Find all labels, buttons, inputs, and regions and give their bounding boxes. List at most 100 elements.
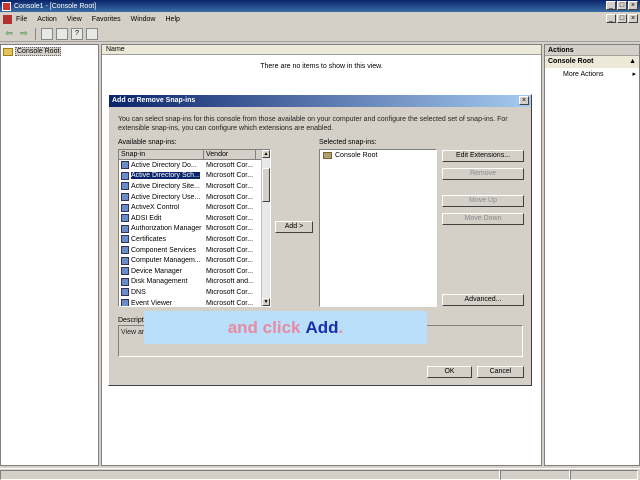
mdi-maximize-button[interactable]: □ — [617, 14, 627, 23]
maximize-button[interactable]: □ — [617, 1, 627, 10]
snapin-name-cell: DNS — [119, 288, 204, 297]
snapin-vendor: Microsoft Cor... — [206, 257, 254, 265]
snapin-rows: Active Directory Do... Microsoft Cor... Ac… — [119, 160, 270, 307]
snapin-icon — [121, 193, 129, 202]
snapin-name-cell: Computer Managem... — [119, 256, 204, 265]
available-snapins-label: Available snap-ins: — [118, 139, 177, 146]
menu-window[interactable]: Window — [131, 16, 156, 23]
snapin-name: Device Manager — [131, 267, 182, 275]
snapin-name-cell: Active Directory Sch... — [119, 171, 204, 180]
status-bar — [0, 468, 640, 480]
snapin-column-header[interactable]: Snap-in — [119, 150, 204, 159]
cancel-button[interactable]: Cancel — [477, 366, 524, 378]
menu-view[interactable]: View — [67, 16, 82, 23]
snapin-name-cell: ADSI Edit — [119, 214, 204, 223]
snapin-icon — [121, 235, 129, 244]
snapin-name-cell: Authorization Manager — [119, 224, 204, 233]
snapin-row[interactable]: Active Directory Site... Microsoft Cor... — [119, 181, 270, 192]
more-actions-item[interactable]: More Actions ▸ — [545, 68, 639, 82]
scrollbar-thumb[interactable] — [262, 168, 270, 202]
snapin-row[interactable]: Authorization Manager Microsoft Cor... — [119, 224, 270, 235]
properties-icon[interactable] — [56, 27, 68, 40]
menu-help[interactable]: Help — [166, 16, 180, 23]
menu-favorites[interactable]: Favorites — [92, 16, 121, 23]
snapin-row[interactable]: Active Directory Use... Microsoft Cor... — [119, 192, 270, 203]
forward-arrow-icon[interactable]: ⇨ — [18, 28, 30, 40]
menu-file[interactable]: File — [16, 16, 27, 23]
snapin-row[interactable]: Device Manager Microsoft Cor... — [119, 266, 270, 277]
more-actions-label: More Actions — [563, 71, 604, 78]
back-arrow-icon[interactable]: ⇦ — [3, 28, 15, 40]
selected-node-console-root[interactable]: Console Root — [320, 150, 436, 161]
add-button[interactable]: Add > — [275, 221, 313, 233]
vendor-column-header[interactable]: Vendor — [204, 150, 256, 159]
collapse-arrow-icon[interactable]: ▲ — [629, 56, 636, 68]
move-up-button[interactable]: Move Up — [442, 195, 524, 207]
snapin-icon — [121, 224, 129, 233]
name-column-header[interactable]: Name — [102, 45, 541, 55]
toolbar: ⇦ ⇨ ? — [0, 26, 640, 42]
snapin-row[interactable]: Disk Management Microsoft and... — [119, 277, 270, 288]
show-hide-tree-icon[interactable] — [41, 27, 53, 40]
snapin-vendor: Microsoft Cor... — [206, 193, 254, 201]
empty-message: There are no items to show in this view. — [260, 63, 383, 70]
snapin-row[interactable]: Computer Managem... Microsoft Cor... — [119, 255, 270, 266]
available-snapins-list[interactable]: Snap-in Vendor Active Directory Do... Mic… — [118, 149, 271, 307]
remove-button[interactable]: Remove — [442, 168, 524, 180]
snapin-icon — [121, 267, 129, 276]
snapin-name-cell: Component Services — [119, 246, 204, 255]
close-button[interactable]: × — [628, 1, 638, 10]
move-down-button[interactable]: Move Down — [442, 213, 524, 225]
snapin-icon — [121, 277, 129, 286]
snapin-icon — [121, 246, 129, 255]
dialog-close-button[interactable]: × — [519, 96, 529, 105]
snapin-row[interactable]: Event Viewer Microsoft Cor... — [119, 298, 270, 307]
snapin-name: Computer Managem... — [131, 257, 201, 265]
mdi-minimize-button[interactable]: _ — [606, 14, 616, 23]
tree-node-console-root[interactable]: Console Root — [1, 45, 98, 58]
snapin-vendor: Microsoft Cor... — [206, 161, 254, 169]
snapin-name: DNS — [131, 288, 146, 296]
snapin-row[interactable]: Certificates Microsoft Cor... — [119, 234, 270, 245]
snapin-row[interactable]: Active Directory Sch... Microsoft Cor... — [119, 171, 270, 182]
snapin-row[interactable]: DNS Microsoft Cor... — [119, 287, 270, 298]
actions-pane: Actions Console Root ▲ More Actions ▸ — [544, 44, 640, 466]
snapin-icon — [121, 171, 129, 180]
snapin-row[interactable]: ADSI Edit Microsoft Cor... — [119, 213, 270, 224]
mdi-close-button[interactable]: × — [628, 14, 638, 23]
list-header: Snap-in Vendor — [119, 150, 270, 160]
actions-section-label: Console Root — [548, 58, 594, 65]
folder-icon — [3, 47, 13, 56]
scroll-up-arrow-icon[interactable]: ▲ — [262, 150, 270, 158]
snapin-vendor: Microsoft Cor... — [206, 299, 254, 307]
menu-action[interactable]: Action — [37, 16, 56, 23]
snapin-name: Authorization Manager — [131, 225, 202, 233]
snapin-vendor: Microsoft Cor... — [206, 267, 254, 275]
snapin-vendor: Microsoft Cor... — [206, 172, 254, 180]
snapin-icon — [121, 214, 129, 223]
snapin-icon — [121, 256, 129, 265]
advanced-button[interactable]: Advanced... — [442, 294, 524, 306]
snapin-row[interactable]: Component Services Microsoft Cor... — [119, 245, 270, 256]
help-icon[interactable]: ? — [71, 27, 83, 40]
minimize-button[interactable]: _ — [606, 1, 616, 10]
console-menu-icon[interactable] — [3, 14, 12, 24]
snapin-row[interactable]: Active Directory Do... Microsoft Cor... — [119, 160, 270, 171]
edit-extensions-button[interactable]: Edit Extensions... — [442, 150, 524, 162]
ok-button[interactable]: OK — [427, 366, 472, 378]
show-hide-action-pane-icon[interactable] — [86, 27, 98, 40]
dialog-intro-text: You can select snap-ins for this console… — [118, 116, 508, 132]
snapin-name: Active Directory Sch... — [131, 172, 200, 180]
snapin-name-cell: Device Manager — [119, 267, 204, 276]
snapin-name: Event Viewer — [131, 299, 173, 307]
snapin-name: Active Directory Do... — [131, 161, 197, 169]
dialog-title: Add or Remove Snap-ins — [112, 97, 196, 104]
caption-text-1: and click — [227, 317, 301, 337]
selected-snapins-list[interactable]: Console Root — [319, 149, 437, 307]
scroll-down-arrow-icon[interactable]: ▼ — [262, 298, 270, 306]
list-scrollbar[interactable]: ▲ ▼ — [261, 150, 270, 306]
snapin-icon — [121, 182, 129, 191]
snapin-row[interactable]: ActiveX Control Microsoft Cor... — [119, 202, 270, 213]
snapin-name: Component Services — [131, 246, 196, 254]
actions-section-console-root[interactable]: Console Root ▲ — [545, 56, 639, 68]
